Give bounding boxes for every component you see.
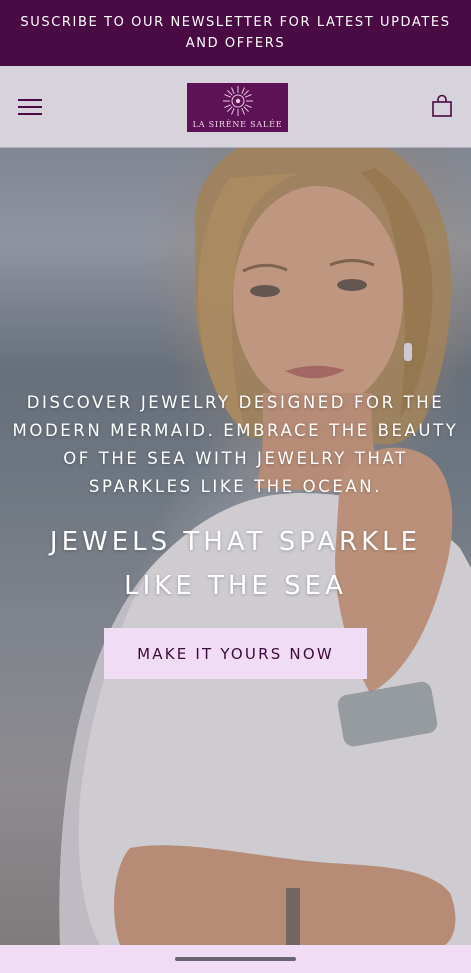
logo-text: LA SIRÈNE SALÉE xyxy=(192,120,283,129)
announcement-text: SUSCRIBE TO OUR NEWSLETTER FOR LATEST UP… xyxy=(20,15,451,51)
hero-heading: JEWELS THAT SPARKLE LIKE THE SEA xyxy=(49,527,422,601)
system-navigation-bar xyxy=(0,945,471,973)
sunburst-icon xyxy=(222,86,253,116)
brand-logo[interactable]: LA SIRÈNE SALÉE xyxy=(187,83,288,132)
home-indicator[interactable] xyxy=(175,957,296,961)
make-it-yours-button[interactable]: MAKE IT YOURS NOW xyxy=(104,628,367,679)
hero-banner: DISCOVER JEWELRY DESIGNED FOR THE MODERN… xyxy=(0,148,471,945)
shopping-bag-icon[interactable] xyxy=(431,94,453,118)
site-header: LA SIRÈNE SALÉE xyxy=(0,66,471,148)
announcement-bar[interactable]: SUSCRIBE TO OUR NEWSLETTER FOR LATEST UP… xyxy=(0,0,471,66)
hero-tagline: DISCOVER JEWELRY DESIGNED FOR THE MODERN… xyxy=(12,393,459,496)
hamburger-menu-icon[interactable] xyxy=(18,96,44,118)
